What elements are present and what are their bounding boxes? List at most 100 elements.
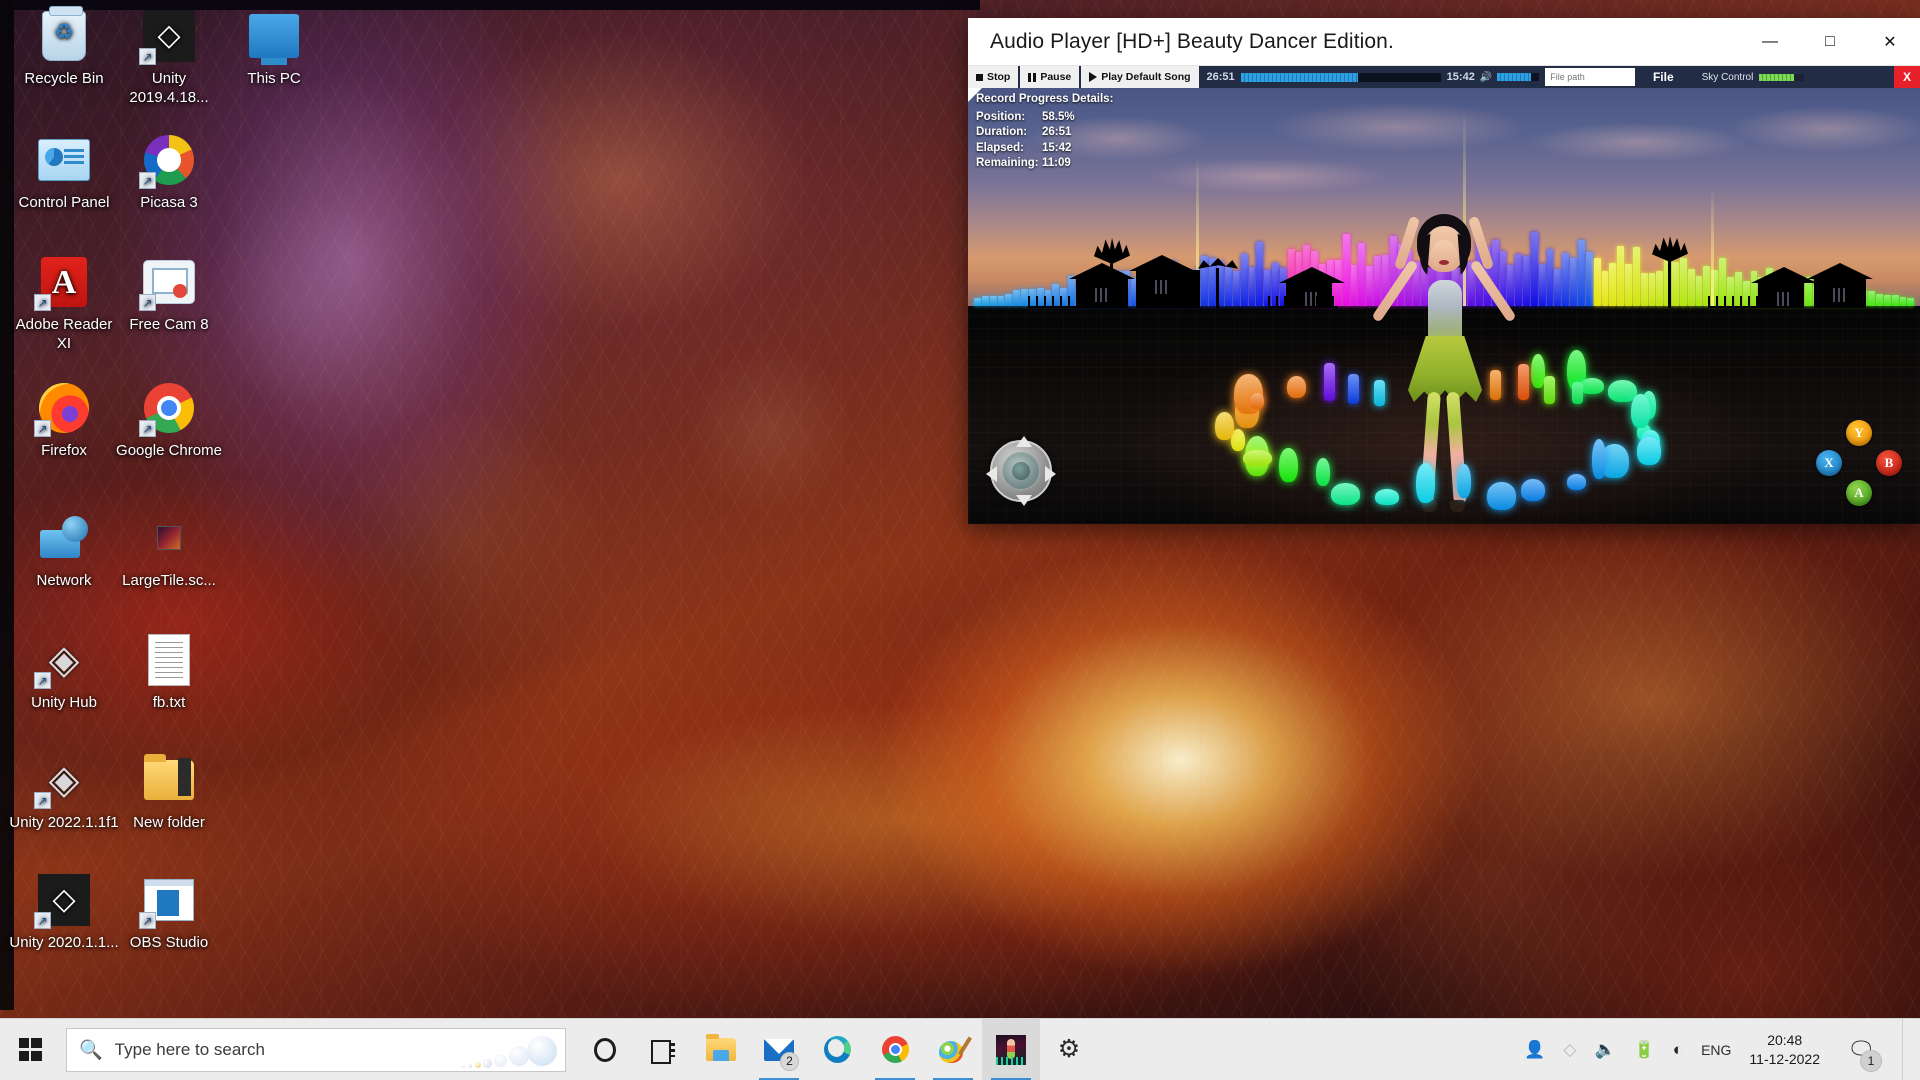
glow-blob: [1521, 478, 1546, 501]
maximize-button[interactable]: □: [1800, 18, 1860, 66]
desktop-icon-label: Network: [36, 572, 92, 589]
joystick-right-arrow-icon[interactable]: [1045, 466, 1056, 482]
sky-control-slider[interactable]: [1759, 73, 1805, 81]
joystick-left-arrow-icon[interactable]: [986, 466, 997, 482]
play-default-song-label: Play Default Song: [1101, 71, 1191, 83]
stop-button[interactable]: Stop: [968, 66, 1021, 88]
obs-studio-icon: ↗: [139, 872, 197, 929]
file-button[interactable]: File: [1634, 66, 1692, 88]
details-row-key: Remaining:: [976, 157, 1039, 169]
cortana-orb-dot: [468, 1063, 472, 1068]
hut-window: [1777, 292, 1790, 306]
fence-silhouette: [1028, 296, 1088, 308]
adobe-reader-icon: A ↗: [34, 254, 92, 311]
gamepad-buttons: Y X B A: [1816, 420, 1902, 506]
taskbar-app-edge[interactable]: [808, 1019, 866, 1080]
taskbar-app-paint[interactable]: [924, 1019, 982, 1080]
glow-blob: [1530, 354, 1545, 389]
desktop-icon-unity-hub[interactable]: ◈ ↗ Unity Hub: [8, 632, 120, 712]
minimize-button[interactable]: —: [1740, 18, 1800, 66]
show-desktop-button[interactable]: [1902, 1018, 1910, 1080]
desktop-icon-label: Picasa 3: [140, 194, 198, 211]
desktop-icon-free-cam-8[interactable]: ↗ Free Cam 8: [113, 254, 225, 334]
desktop-icon-recycle-bin[interactable]: Recycle Bin: [8, 6, 120, 88]
glow-blob: [1486, 482, 1516, 511]
shortcut-arrow-icon: ↗: [34, 672, 51, 689]
file-path-input[interactable]: [1545, 68, 1635, 86]
stop-icon: [976, 73, 983, 81]
desktop-icon-label: fb.txt: [152, 694, 186, 711]
shortcut-arrow-icon: ↗: [139, 420, 156, 437]
seek-slider[interactable]: [1240, 72, 1441, 82]
start-button[interactable]: [0, 1019, 60, 1080]
taskbar-app-task-view[interactable]: [634, 1019, 692, 1080]
action-center-button[interactable]: 🗨 1: [1838, 1019, 1884, 1080]
joystick-down-arrow-icon[interactable]: [1016, 495, 1032, 506]
desktop-icon-adobe-reader-xi[interactable]: A ↗ Adobe Reader XI: [8, 254, 120, 353]
taskbar-search-box[interactable]: 🔍 Type here to search: [66, 1027, 566, 1072]
taskbar-app-file-explorer[interactable]: [692, 1019, 750, 1080]
desktop-icon-label: New folder: [133, 814, 205, 831]
desktop-icon-unity-2020-1-1[interactable]: ◇ ↗ Unity 2020.1.1...: [8, 872, 120, 952]
desktop-icon-label: Unity 2022.1.1f1: [9, 814, 119, 831]
gamepad-a-button[interactable]: A: [1846, 480, 1872, 506]
glow-pillar: [1518, 364, 1529, 400]
taskbar-app-settings[interactable]: ⚙: [1040, 1019, 1098, 1080]
taskbar-app-audio-player[interactable]: [982, 1018, 1040, 1080]
joystick-up-arrow-icon[interactable]: [1016, 436, 1032, 447]
player-scene[interactable]: Record Progress Details: Position: 58.5% D…: [968, 88, 1920, 524]
wifi-icon[interactable]: ◐: [1673, 1040, 1683, 1060]
cortana-icon: [594, 1037, 616, 1062]
volume-slider[interactable]: [1497, 73, 1540, 81]
people-icon[interactable]: 👤: [1524, 1040, 1545, 1060]
desktop-icon-this-pc[interactable]: This PC: [218, 8, 330, 88]
pause-label: Pause: [1040, 71, 1072, 83]
window-titlebar[interactable]: Audio Player [HD+] Beauty Dancer Edition…: [968, 18, 1920, 66]
palm-silhouette: [1216, 268, 1219, 308]
player-toolbar: Stop Pause Play Default Song 26:51 15:42…: [968, 66, 1920, 88]
desktop-icon-label: Control Panel: [18, 194, 110, 211]
glow-pillar: [1544, 376, 1555, 404]
taskbar-clock[interactable]: 20:48 11-12-2022: [1749, 1031, 1820, 1069]
taskbar-app-chrome[interactable]: [866, 1019, 924, 1080]
details-row-key: Position:: [976, 110, 1026, 123]
clock-time: 20:48: [1767, 1031, 1803, 1048]
desktop-icon-network[interactable]: Network: [8, 510, 120, 590]
desktop-icon-google-chrome[interactable]: ↗ Google Chrome: [113, 380, 225, 460]
close-button[interactable]: ✕: [1860, 18, 1920, 66]
desktop-icon-label: This PC: [247, 70, 301, 87]
desktop-icon-fb-txt[interactable]: fb.txt: [113, 632, 225, 712]
desktop-icon-control-panel[interactable]: Control Panel: [8, 132, 120, 212]
gamepad-x-button[interactable]: X: [1816, 450, 1842, 476]
taskbar-app-mail[interactable]: 2: [750, 1019, 808, 1080]
desktop-icon-largetile-sc[interactable]: LargeTile.sc...: [113, 510, 225, 590]
shortcut-arrow-icon: ↗: [34, 294, 51, 311]
desktop-icon-firefox[interactable]: ↗ Firefox: [8, 380, 120, 460]
details-heading: Record Progress Details:: [976, 93, 1114, 105]
elapsed-time-label: 15:42: [1446, 71, 1475, 83]
paint-icon: [939, 1037, 967, 1063]
gamepad-b-button[interactable]: B: [1876, 450, 1902, 476]
unity-hub-icon: ◈ ↗: [34, 632, 92, 689]
taskbar-app-cortana[interactable]: [576, 1019, 634, 1080]
volume-icon[interactable]: 🔈: [1594, 1040, 1615, 1060]
desktop-icon-new-folder[interactable]: New folder: [113, 752, 225, 832]
desktop-icon-unity-2022-1-1f1[interactable]: ◈ ↗ Unity 2022.1.1f1: [8, 752, 120, 832]
hut-window: [1095, 288, 1108, 302]
toolbar-close-button[interactable]: X: [1894, 66, 1920, 88]
shortcut-arrow-icon: ↗: [34, 420, 51, 437]
gamepad-y-button[interactable]: Y: [1846, 420, 1872, 446]
desktop-icon-obs-studio[interactable]: ↗ OBS Studio: [113, 872, 225, 952]
joystick-knob[interactable]: [1012, 462, 1030, 480]
clock-date: 11-12-2022: [1749, 1050, 1820, 1067]
battery-icon[interactable]: 🔋: [1634, 1040, 1655, 1060]
language-indicator[interactable]: ENG: [1701, 1042, 1731, 1058]
edge-icon: [823, 1036, 851, 1063]
unity-tray-icon[interactable]: ◇: [1563, 1040, 1576, 1060]
shortcut-arrow-icon: ↗: [34, 792, 51, 809]
desktop-icon-picasa-3[interactable]: ↗ Picasa 3: [113, 132, 225, 212]
play-default-song-button[interactable]: Play Default Song: [1081, 66, 1201, 88]
desktop-icon-unity-2019-4-18[interactable]: ◇ ↗ Unity 2019.4.18...: [113, 8, 225, 107]
pause-button[interactable]: Pause: [1020, 66, 1082, 88]
virtual-joystick[interactable]: [986, 436, 1056, 506]
